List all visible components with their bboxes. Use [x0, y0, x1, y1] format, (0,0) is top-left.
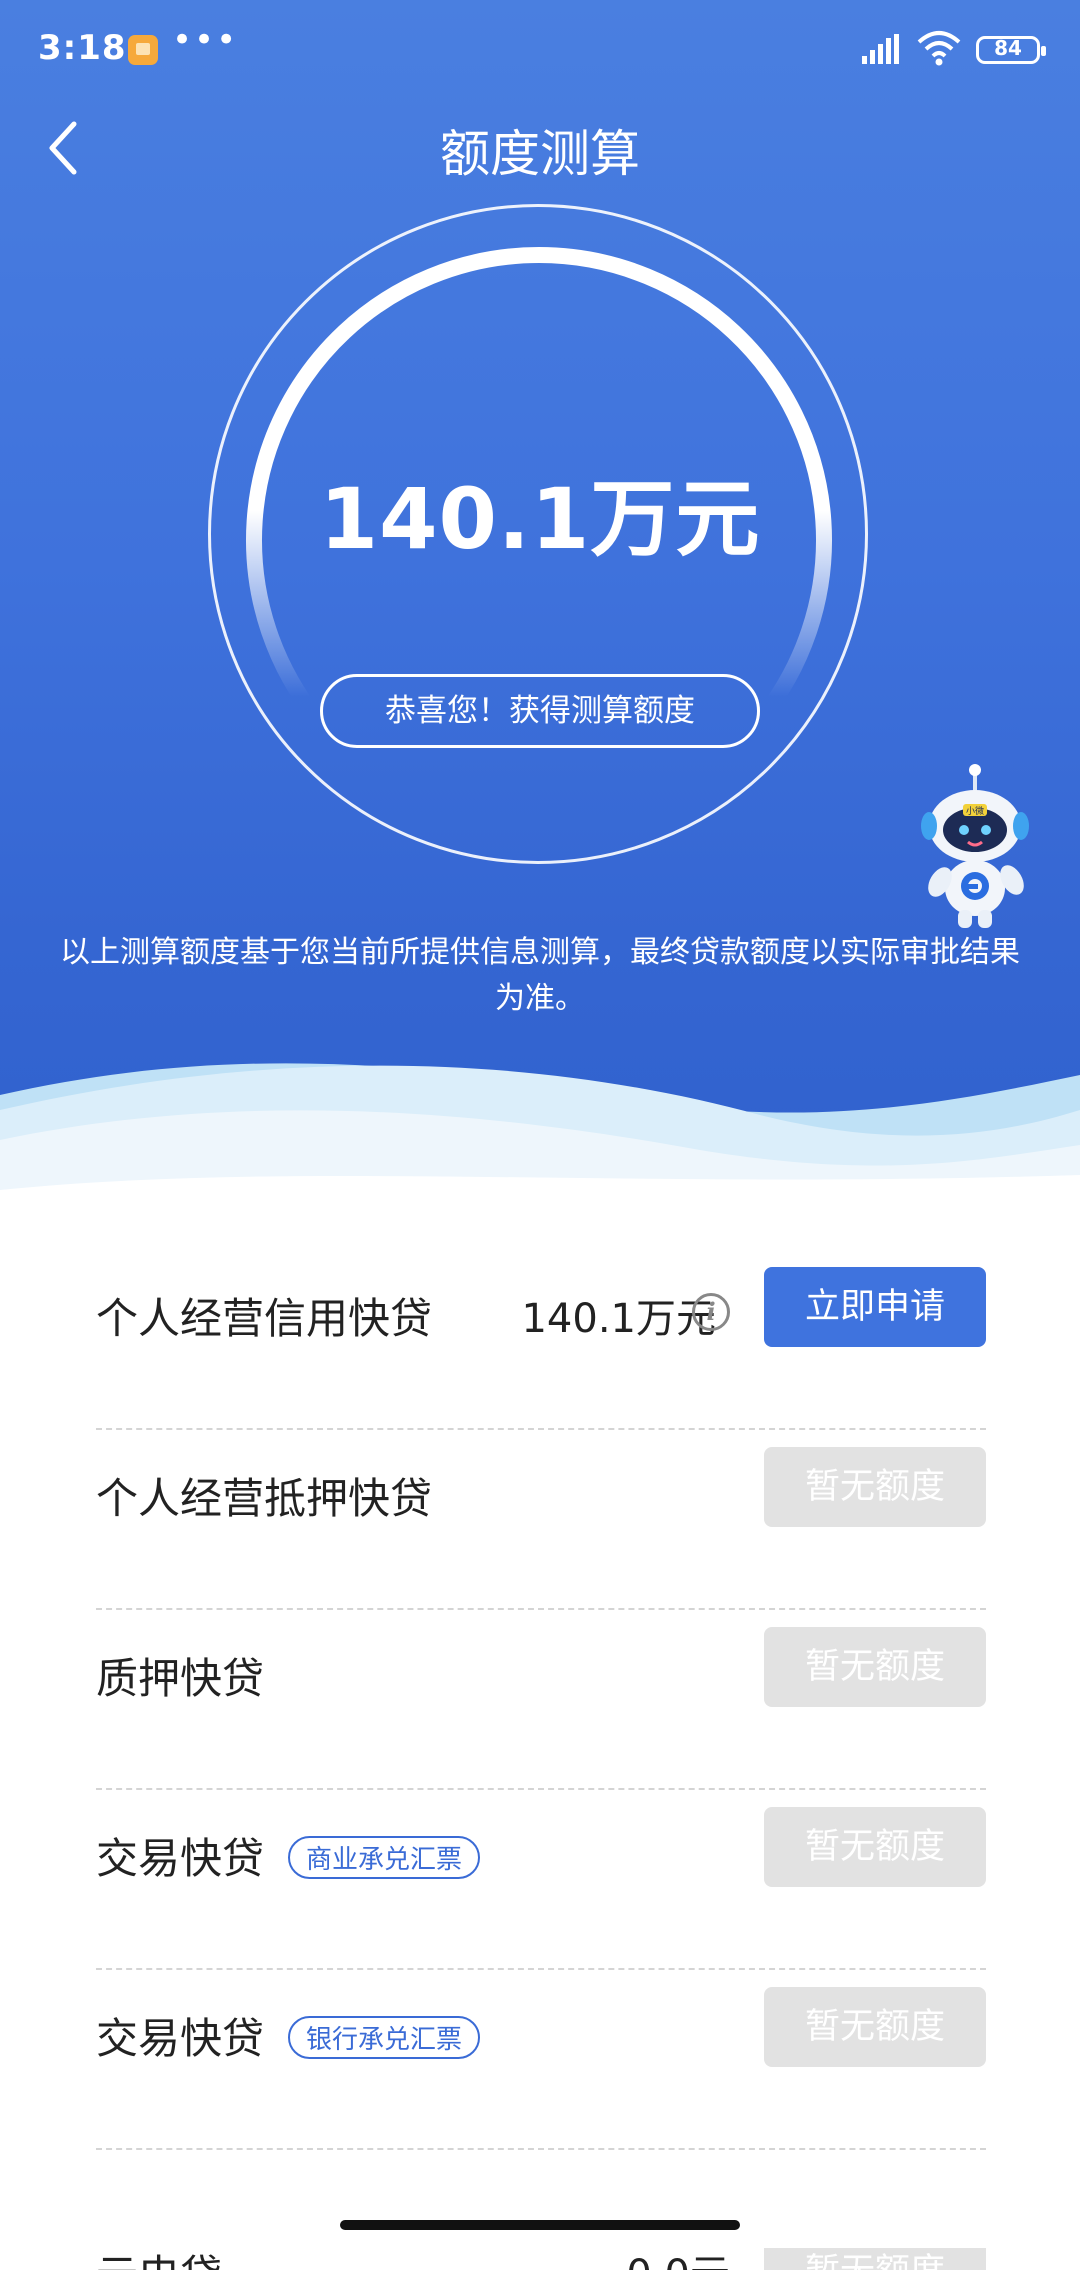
page-title: 额度测算: [440, 125, 640, 183]
robot-badge-text: 小微: [966, 805, 984, 817]
no-quota-button: 暂无额度: [764, 1447, 986, 1527]
more-notifications-dots: •••: [172, 20, 239, 60]
info-icon[interactable]: i: [692, 1293, 730, 1331]
list-item: 交易快贷 银行承兑汇票 暂无额度: [96, 1970, 986, 2150]
no-quota-button: 暂无额度: [764, 1807, 986, 1887]
hero-section: 3:18 ••• 84 额度测算 140.1万元 恭喜您！获得测算额度 小微 以…: [0, 0, 1080, 1250]
list-item: 个人经营信用快贷 140.1万元 i 立即申请: [96, 1250, 986, 1430]
product-name: 个人经营抵押快贷: [96, 1474, 433, 1523]
product-name: 质押快贷: [96, 1654, 265, 1703]
product-name: 交易快贷: [96, 2014, 265, 2063]
notification-app-icon: [128, 35, 158, 65]
list-item: 质押快贷 暂无额度: [96, 1610, 986, 1790]
quota-amount: 140.1万元: [319, 470, 761, 568]
loan-product-list: 个人经营信用快贷 140.1万元 i 立即申请 个人经营抵押快贷 暂无额度 质押…: [96, 1250, 986, 2270]
battery-level: 84: [994, 36, 1022, 60]
disclaimer-text: 以上测算额度基于您当前所提供信息测算，最终贷款额度以实际审批结果为准。: [60, 935, 1020, 1016]
product-name: 个人经营信用快贷: [96, 1294, 433, 1343]
signal-icon: [862, 34, 899, 64]
wave-decoration: [0, 1063, 1080, 1250]
product-amount: 140.1万元: [521, 1296, 716, 1342]
product-name-wrap: 交易快贷 银行承兑汇票: [96, 2005, 481, 2066]
robot-mascot-icon[interactable]: 小微: [920, 764, 1050, 934]
status-bar: 3:18 ••• 84: [0, 0, 1080, 100]
product-name-wrap: 交易快贷 商业承兑汇票: [96, 1825, 481, 1886]
product-tag: 银行承兑汇票: [288, 2016, 481, 2059]
list-item: 交易快贷 商业承兑汇票 暂无额度: [96, 1790, 986, 1970]
product-name: 交易快贷: [96, 1834, 265, 1883]
list-item: 个人经营抵押快贷 暂无额度: [96, 1430, 986, 1610]
apply-now-button[interactable]: 立即申请: [764, 1267, 986, 1347]
home-indicator[interactable]: [340, 2220, 740, 2230]
battery-icon: 84: [976, 36, 1046, 64]
wifi-icon: [917, 31, 961, 66]
no-quota-button: 暂无额度: [764, 1627, 986, 1707]
status-time: 3:18: [38, 28, 127, 68]
product-tag: 商业承兑汇票: [288, 1836, 481, 1879]
no-quota-button: 暂无额度: [764, 1987, 986, 2067]
congrats-pill: 恭喜您！获得测算额度: [320, 674, 760, 748]
